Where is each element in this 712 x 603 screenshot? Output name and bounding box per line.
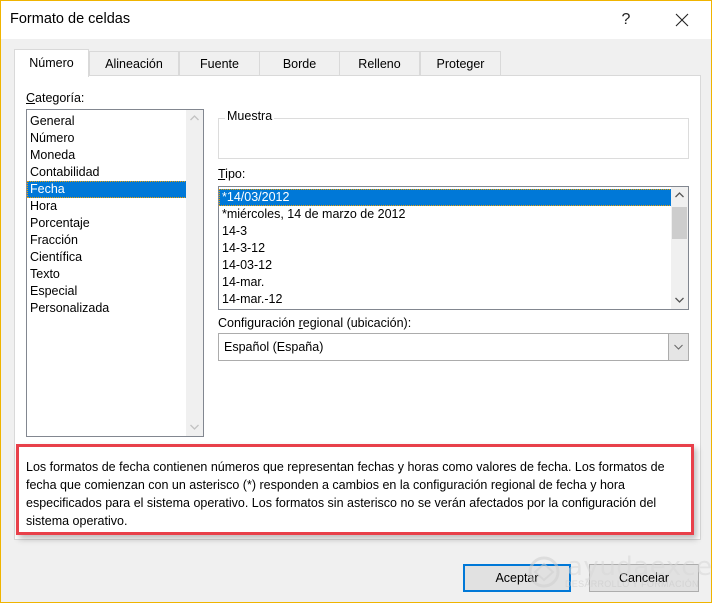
tab-alineacion[interactable]: Alineación (89, 51, 179, 77)
chevron-down-icon (674, 344, 683, 350)
tab-relleno[interactable]: Relleno (339, 51, 420, 77)
type-list-item[interactable]: *14/03/2012 (219, 189, 688, 206)
category-list-item[interactable]: General (27, 113, 203, 130)
scroll-down-button[interactable] (671, 292, 688, 309)
chevron-down-icon (190, 424, 199, 430)
category-list-item[interactable]: Texto (27, 266, 203, 283)
chevron-up-icon (675, 192, 684, 198)
type-listbox[interactable]: *14/03/2012 *miércoles, 14 de marzo de 20… (218, 186, 689, 310)
tab-panel-numero: Categoría: General Número Moneda Contabilid… (14, 75, 701, 540)
tab-numero[interactable]: Número (14, 49, 89, 77)
category-list-item[interactable]: Porcentaje (27, 215, 203, 232)
sample-group: Muestra (218, 109, 689, 159)
category-scrollbar[interactable] (186, 110, 203, 436)
category-label: Categoría: (26, 91, 85, 105)
scroll-up-button[interactable] (186, 110, 203, 127)
type-list-item[interactable]: 14-3 (219, 223, 688, 240)
dropdown-button[interactable] (668, 334, 688, 360)
category-list-item[interactable]: Fracción (27, 232, 203, 249)
type-list-item[interactable]: 14-mar.-12 (219, 291, 688, 308)
category-list-item[interactable]: Científica (27, 249, 203, 266)
dialog-title: Formato de celdas (10, 11, 131, 27)
category-list-item[interactable]: Fecha (27, 181, 203, 198)
help-button[interactable]: ? (613, 7, 639, 33)
close-button[interactable] (669, 7, 695, 33)
tab-borde[interactable]: Borde (259, 51, 340, 77)
category-list-item[interactable]: Especial (27, 283, 203, 300)
description-text: Los formatos de fecha contienen números … (26, 460, 665, 528)
type-list-item[interactable]: 14-3-12 (219, 240, 688, 257)
category-items: General Número Moneda Contabilidad Fecha Hora… (27, 110, 203, 317)
ok-button[interactable]: Aceptar (463, 564, 571, 592)
description-highlight-box: Los formatos de fecha contienen números … (16, 444, 694, 535)
tab-fuente[interactable]: Fuente (179, 51, 260, 77)
locale-dropdown[interactable]: Español (España) (218, 333, 689, 361)
chevron-up-icon (190, 115, 199, 121)
category-list-item[interactable]: Contabilidad (27, 164, 203, 181)
close-icon (675, 13, 689, 27)
category-listbox[interactable]: General Número Moneda Contabilidad Fecha Hora… (26, 109, 204, 437)
tab-proteger[interactable]: Proteger (420, 51, 501, 77)
type-list-item[interactable]: *miércoles, 14 de marzo de 2012 (219, 206, 688, 223)
type-label: Tipo: (218, 167, 246, 181)
category-list-item[interactable]: Número (27, 130, 203, 147)
category-list-item[interactable]: Personalizada (27, 300, 203, 317)
scroll-down-button[interactable] (186, 419, 203, 436)
scroll-up-button[interactable] (671, 187, 688, 204)
cancel-button[interactable]: Cancelar (589, 564, 699, 592)
category-list-item[interactable]: Moneda (27, 147, 203, 164)
title-bar: Formato de celdas ? (1, 1, 711, 39)
chevron-down-icon (675, 297, 684, 303)
scroll-thumb[interactable] (672, 207, 687, 239)
type-list-item[interactable]: 14-03-12 (219, 257, 688, 274)
category-list-item[interactable]: Hora (27, 198, 203, 215)
type-list-item[interactable]: 14-mar. (219, 274, 688, 291)
locale-value: Español (España) (224, 340, 324, 354)
format-cells-dialog: Formato de celdas ? Número Alineación Fu… (0, 0, 712, 603)
sample-label: Muestra (225, 109, 275, 123)
type-items: *14/03/2012 *miércoles, 14 de marzo de 20… (219, 187, 688, 308)
type-scrollbar[interactable] (671, 187, 688, 309)
locale-label: Configuración regional (ubicación): (218, 316, 412, 330)
